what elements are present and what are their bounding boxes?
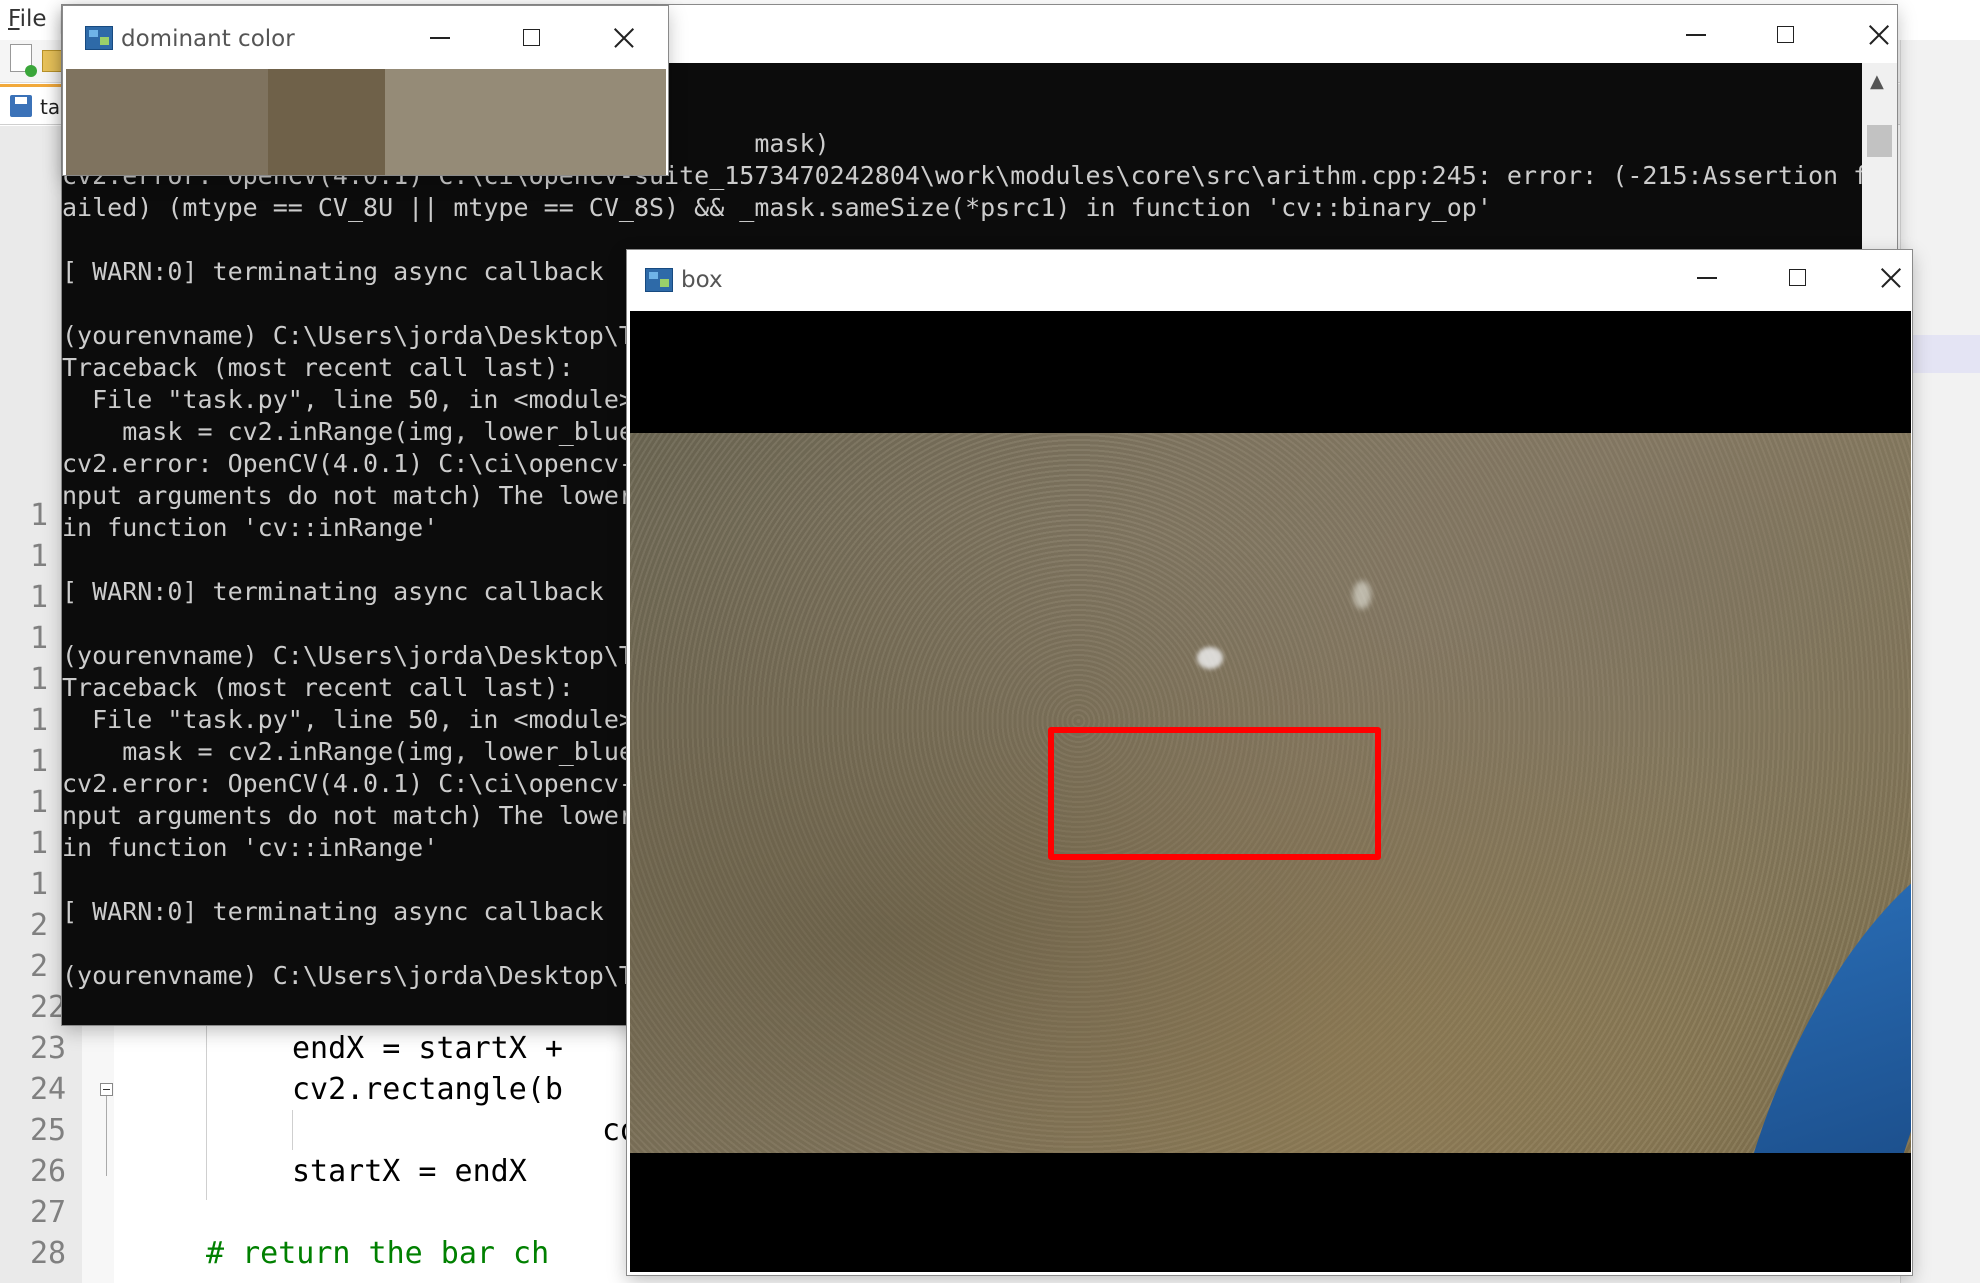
minimize-icon[interactable]: [1665, 13, 1725, 57]
console-line: [ WARN:0] terminating async callback: [62, 897, 604, 926]
console-line: nput arguments do not match) The lower: [62, 481, 634, 510]
close-icon[interactable]: [1848, 13, 1908, 57]
color-swatch-3: [385, 69, 666, 175]
console-line: in function 'cv::inRange': [62, 513, 439, 542]
console-line: [ WARN:0] terminating async callback: [62, 577, 604, 606]
scrollbar-thumb[interactable]: [1867, 125, 1892, 157]
save-icon: [10, 95, 32, 117]
console-line: File "task.py", line 50, in <module>: [62, 705, 634, 734]
color-swatch-1: [66, 69, 269, 175]
console-line: File "task.py", line 50, in <module>: [62, 385, 634, 414]
console-line: mask = cv2.inRange(img, lower_blue: [62, 737, 634, 766]
console-line: cv2.error: OpenCV(4.0.1) C:\ci\opencv-: [62, 769, 634, 798]
code-line-23[interactable]: endX = startX +: [292, 1031, 563, 1066]
code-line-26[interactable]: startX = endX: [292, 1154, 527, 1189]
dominant-color-window: dominant color: [63, 6, 668, 175]
scroll-up-arrow-icon[interactable]: ▲: [1870, 71, 1884, 92]
document-map-highlight: [1900, 335, 1980, 373]
roi-rectangle: [1048, 727, 1381, 860]
console-line: (yourenvname) C:\Users\jorda\Desktop\T: [62, 321, 634, 350]
minimize-icon[interactable]: [1676, 256, 1736, 300]
console-line: Traceback (most recent call last):: [62, 353, 574, 382]
close-icon[interactable]: [593, 16, 653, 60]
color-bar: [66, 69, 666, 175]
document-map: [1900, 40, 1980, 1283]
console-line: (yourenvname) C:\Users\jorda\Desktop\T: [62, 961, 634, 990]
console-line: (yourenvname) C:\Users\jorda\Desktop\T: [62, 641, 634, 670]
menu-file[interactable]: File: [8, 6, 47, 32]
window-title: box: [681, 267, 723, 293]
line-number: 25: [30, 1113, 67, 1148]
indent-guide: [292, 1110, 293, 1150]
dominant-color-titlebar[interactable]: dominant color: [63, 6, 668, 68]
image-speck: [1353, 581, 1371, 609]
console-line: [ WARN:0] terminating async callback: [62, 257, 604, 286]
new-file-icon[interactable]: [10, 44, 37, 77]
fold-toggle-icon[interactable]: [100, 1083, 113, 1096]
fold-line: [106, 1096, 107, 1176]
console-line: mask = cv2.inRange(img, lower_blue: [62, 417, 634, 446]
close-icon[interactable]: [1860, 256, 1920, 300]
minimize-icon[interactable]: [409, 16, 469, 60]
window-title: dominant color: [121, 26, 295, 52]
camera-image: [630, 433, 1911, 1153]
app-icon: [645, 268, 673, 292]
maximize-icon[interactable]: [501, 16, 561, 60]
image-speck: [1197, 647, 1223, 669]
line-number: 24: [30, 1072, 67, 1107]
console-line: in function 'cv::inRange': [62, 833, 439, 862]
box-titlebar[interactable]: box: [627, 250, 1912, 310]
code-line-24[interactable]: cv2.rectangle(b: [292, 1072, 563, 1107]
indent-guide: [206, 1010, 207, 1200]
line-number: 23: [30, 1031, 67, 1066]
blue-object-edge: [1747, 843, 1911, 1153]
line-number: 26: [30, 1154, 67, 1189]
maximize-icon[interactable]: [1767, 256, 1827, 300]
color-swatch-2: [268, 69, 386, 175]
box-window: box: [627, 250, 1912, 1275]
console-line: ailed) (mtype == CV_8U || mtype == CV_8S…: [62, 193, 1492, 222]
line-number: 28: [30, 1236, 67, 1271]
console-line: Traceback (most recent call last):: [62, 673, 574, 702]
code-line-28-comment[interactable]: # return the bar ch: [206, 1236, 549, 1271]
console-line: cv2.error: OpenCV(4.0.1) C:\ci\opencv-: [62, 449, 634, 478]
line-number: 27: [30, 1195, 67, 1230]
image-frame: [630, 311, 1911, 1272]
console-line: nput arguments do not match) The lower: [62, 801, 634, 830]
app-icon: [85, 26, 113, 50]
maximize-icon[interactable]: [1755, 13, 1815, 57]
